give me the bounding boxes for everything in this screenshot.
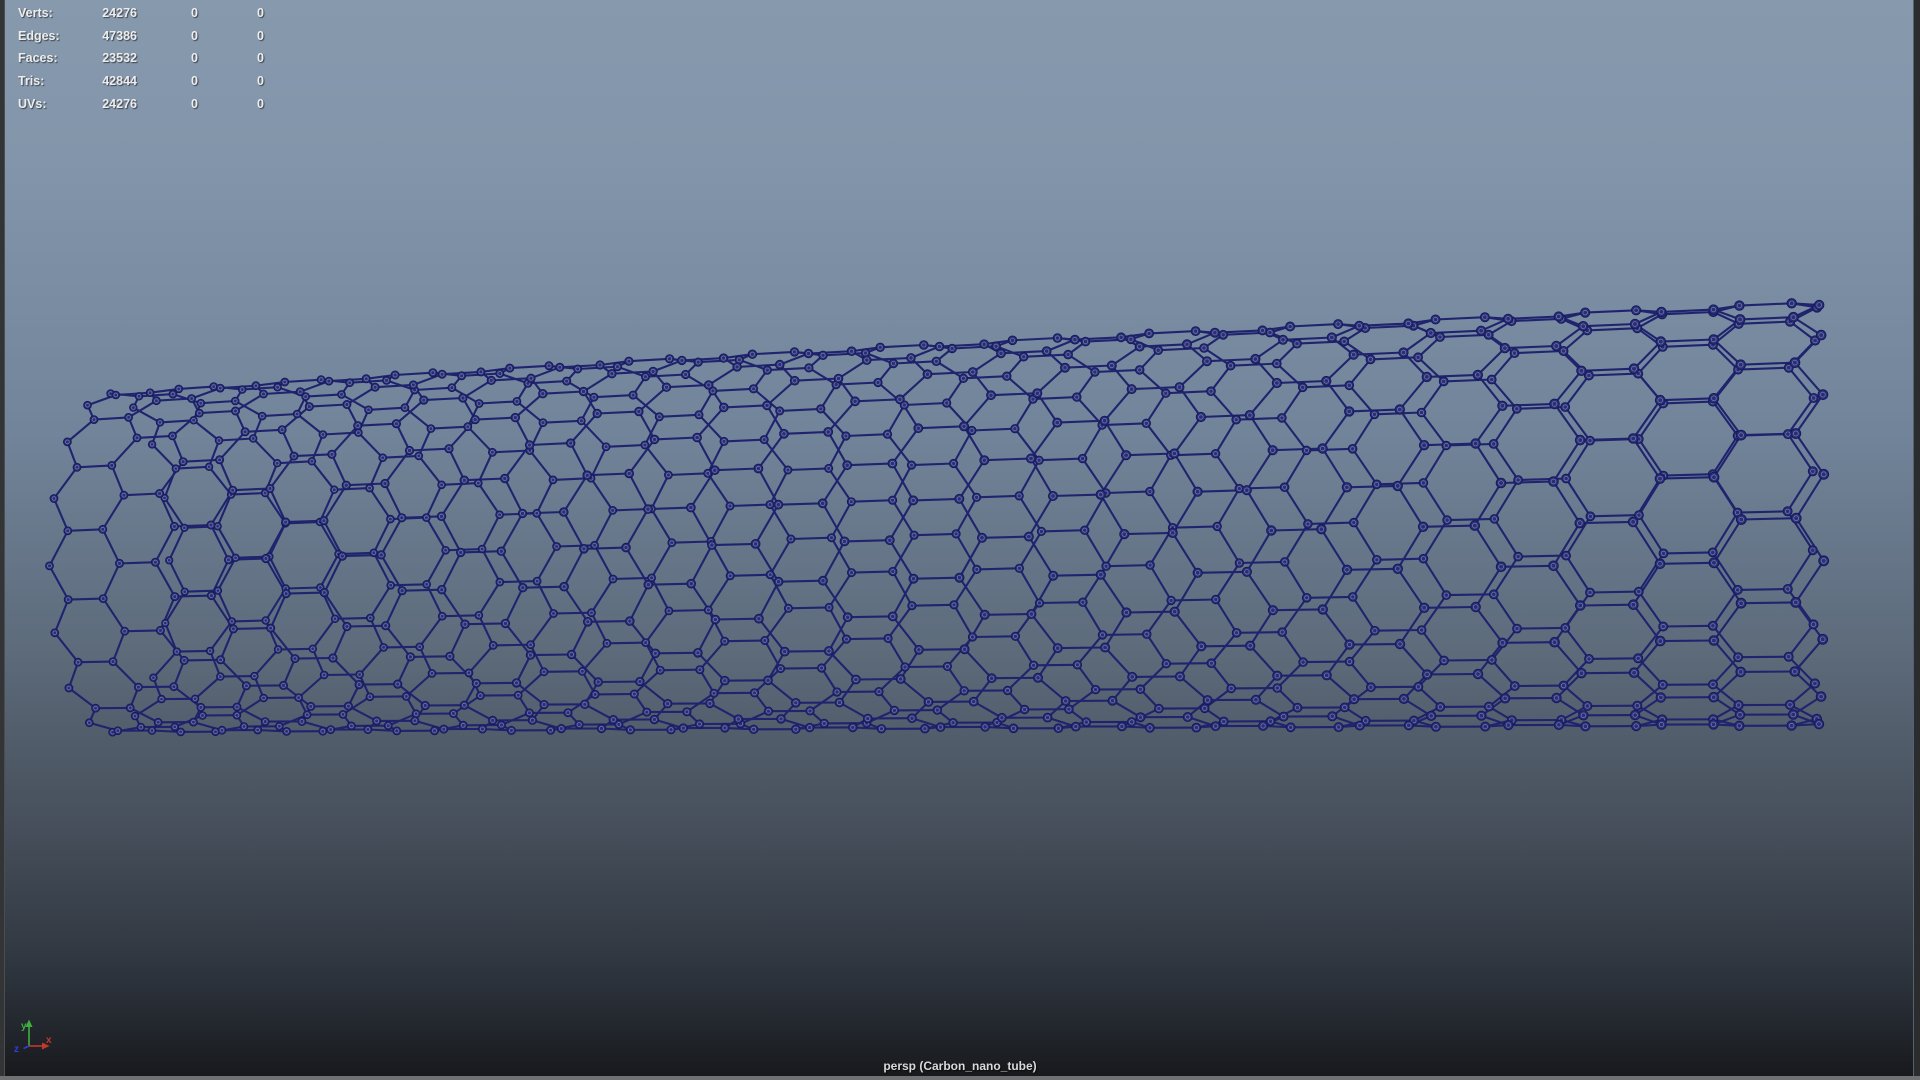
hud-row: UVs: 24276 0 0: [0, 93, 300, 116]
axis-x-label: x: [46, 1035, 52, 1046]
hud-value-total: 24276: [102, 96, 137, 111]
hud-label: UVs:: [18, 96, 47, 111]
axis-y-arrow: y: [21, 1019, 33, 1046]
hud-value-col2: 0: [191, 96, 198, 111]
axis-x-arrow: x: [29, 1035, 52, 1050]
hud-label: Tris:: [18, 74, 45, 89]
axis-y-label: y: [21, 1021, 27, 1032]
hud-row: Verts: 24276 0 0: [0, 2, 300, 25]
hud-value-col3: 0: [257, 51, 264, 66]
hud-row: Faces: 23532 0 0: [0, 47, 300, 70]
hud-value-total: 24276: [102, 6, 137, 20]
hud-value-col2: 0: [191, 51, 198, 66]
hud-value-col3: 0: [257, 28, 264, 43]
left-panel-border: [0, 0, 5, 1080]
hud-label: Verts:: [18, 6, 53, 20]
camera-name-label: persp (Carbon_nano_tube): [883, 1059, 1037, 1073]
hud-value-col3: 0: [257, 6, 264, 20]
hud-value-col3: 0: [257, 74, 264, 89]
hud-label: Faces:: [18, 51, 58, 66]
hud-row: Tris: 42844 0 0: [0, 70, 300, 93]
hud-value-total: 23532: [102, 51, 137, 66]
hud-value-col3: 0: [257, 96, 264, 111]
right-panel-border: [1913, 0, 1920, 1080]
hud-value-col2: 0: [191, 74, 198, 89]
hud-row: Edges: 47386 0 0: [0, 25, 300, 48]
hud-poly-count: Verts: 24276 0 0 Edges: 47386 0 0 Faces: 23532 0 0 T…: [0, 2, 300, 115]
axis-z-arrow: z: [14, 1044, 30, 1055]
viewport-3d[interactable]: [0, 0, 1920, 1080]
maya-viewport-panel: Verts: 24276 0 0 Edges: 47386 0 0 Faces: 23532 0 0 T…: [0, 0, 1920, 1080]
hud-label: Edges:: [18, 28, 60, 43]
hud-value-col2: 0: [191, 6, 198, 20]
hud-value-total: 42844: [102, 74, 137, 89]
bottom-edge-strip: [0, 1076, 1920, 1080]
nanotube-wireframe: [45, 298, 1830, 737]
hud-value-col2: 0: [191, 28, 198, 43]
hud-value-total: 47386: [102, 28, 137, 43]
axis-z-label: z: [14, 1044, 19, 1055]
